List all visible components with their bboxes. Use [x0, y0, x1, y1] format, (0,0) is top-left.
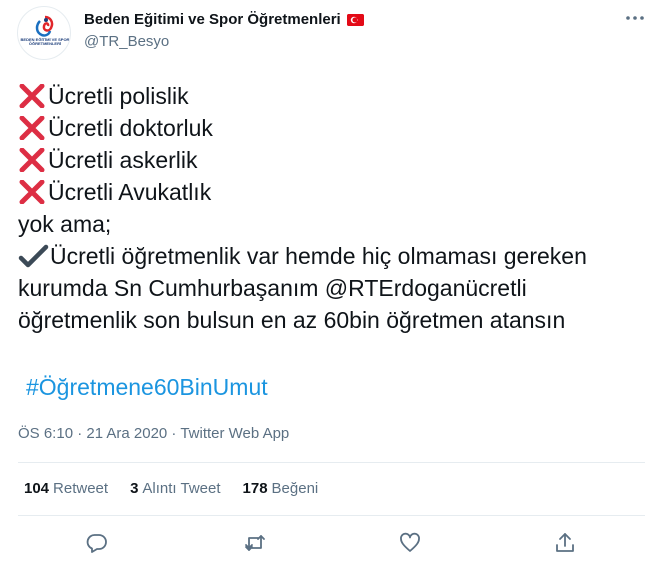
tweet-line: Ücretli askerlik: [18, 144, 648, 176]
tweet-line: Ücretli polislik: [18, 80, 648, 112]
like-stat[interactable]: 178 Beğeni: [243, 480, 319, 497]
quote-stat[interactable]: 3 Alıntı Tweet: [130, 480, 220, 497]
tweet-line-text: kurumda Sn Cumhurbaşanım @RTErdoganücret…: [18, 275, 527, 301]
divider: [18, 515, 645, 516]
avatar[interactable]: BEDEN EĞİTİMİ VE SPOR ÖĞRETMENLERİ: [17, 6, 71, 60]
tweet-line: Ücretli doktorluk: [18, 112, 648, 144]
quote-label: Alıntı Tweet: [142, 480, 221, 497]
avatar-caption: BEDEN EĞİTİMİ VE SPOR ÖĞRETMENLERİ: [20, 37, 70, 46]
tweet-timestamp[interactable]: ÖS 6:10 · 21 Ara 2020 · Twitter Web App: [18, 425, 289, 442]
check-mark-icon: [18, 244, 50, 268]
tweet-line-text: Ücretli askerlik: [48, 147, 198, 173]
tweet-line-text: öğretmenlik son bulsun en az 60bin öğret…: [18, 307, 566, 333]
quote-count: 3: [130, 480, 139, 497]
tweet-line: öğretmenlik son bulsun en az 60bin öğret…: [18, 304, 648, 336]
more-icon[interactable]: [624, 10, 646, 26]
author-name-row: Beden Eğitimi ve Spor Öğretmenleri: [84, 11, 364, 28]
tweet-line-text: Ücretli doktorluk: [48, 115, 213, 141]
tweet: BEDEN EĞİTİMİ VE SPOR ÖĞRETMENLERİ Beden…: [0, 0, 661, 566]
tweet-line-text: Ücretli Avukatlık: [48, 179, 212, 205]
logo-icon: [35, 15, 54, 37]
display-name[interactable]: Beden Eğitimi ve Spor Öğretmenleri: [84, 11, 341, 28]
like-count: 178: [242, 480, 268, 497]
retweet-label: Retweet: [53, 480, 109, 497]
turkey-flag-icon: [346, 13, 364, 26]
tweet-line-text: Ücretli öğretmenlik var hemde hiç olmama…: [50, 243, 587, 269]
tweet-line-text: Ücretli polislik: [48, 83, 189, 109]
tweet-line: yok ama;: [18, 208, 648, 240]
cross-mark-icon: [18, 83, 48, 109]
divider: [18, 462, 645, 463]
engagement-stats: 104 Retweet 3 Alıntı Tweet 178 Beğeni: [24, 480, 340, 497]
tweet-actions: [0, 531, 661, 555]
tweet-line: Ücretli öğretmenlik var hemde hiç olmama…: [18, 240, 648, 272]
tweet-line-text: yok ama;: [18, 211, 112, 237]
cross-mark-icon: [18, 147, 48, 173]
retweet-stat[interactable]: 104 Retweet: [24, 480, 108, 497]
cross-mark-icon: [18, 179, 48, 205]
like-icon[interactable]: [398, 531, 422, 555]
share-icon[interactable]: [553, 531, 577, 555]
reply-icon[interactable]: [85, 531, 109, 555]
handle[interactable]: @TR_Besyo: [84, 33, 169, 50]
cross-mark-icon: [18, 115, 48, 141]
like-label: Beğeni: [271, 480, 319, 497]
tweet-text: Ücretli polislik Ücretli doktorluk Ücret…: [18, 80, 648, 336]
retweet-count: 104: [24, 480, 50, 497]
tweet-line: kurumda Sn Cumhurbaşanım @RTErdoganücret…: [18, 272, 648, 304]
hashtag-link[interactable]: #Öğretmene60BinUmut: [26, 374, 268, 401]
tweet-line: Ücretli Avukatlık: [18, 176, 648, 208]
retweet-icon[interactable]: [243, 531, 267, 555]
